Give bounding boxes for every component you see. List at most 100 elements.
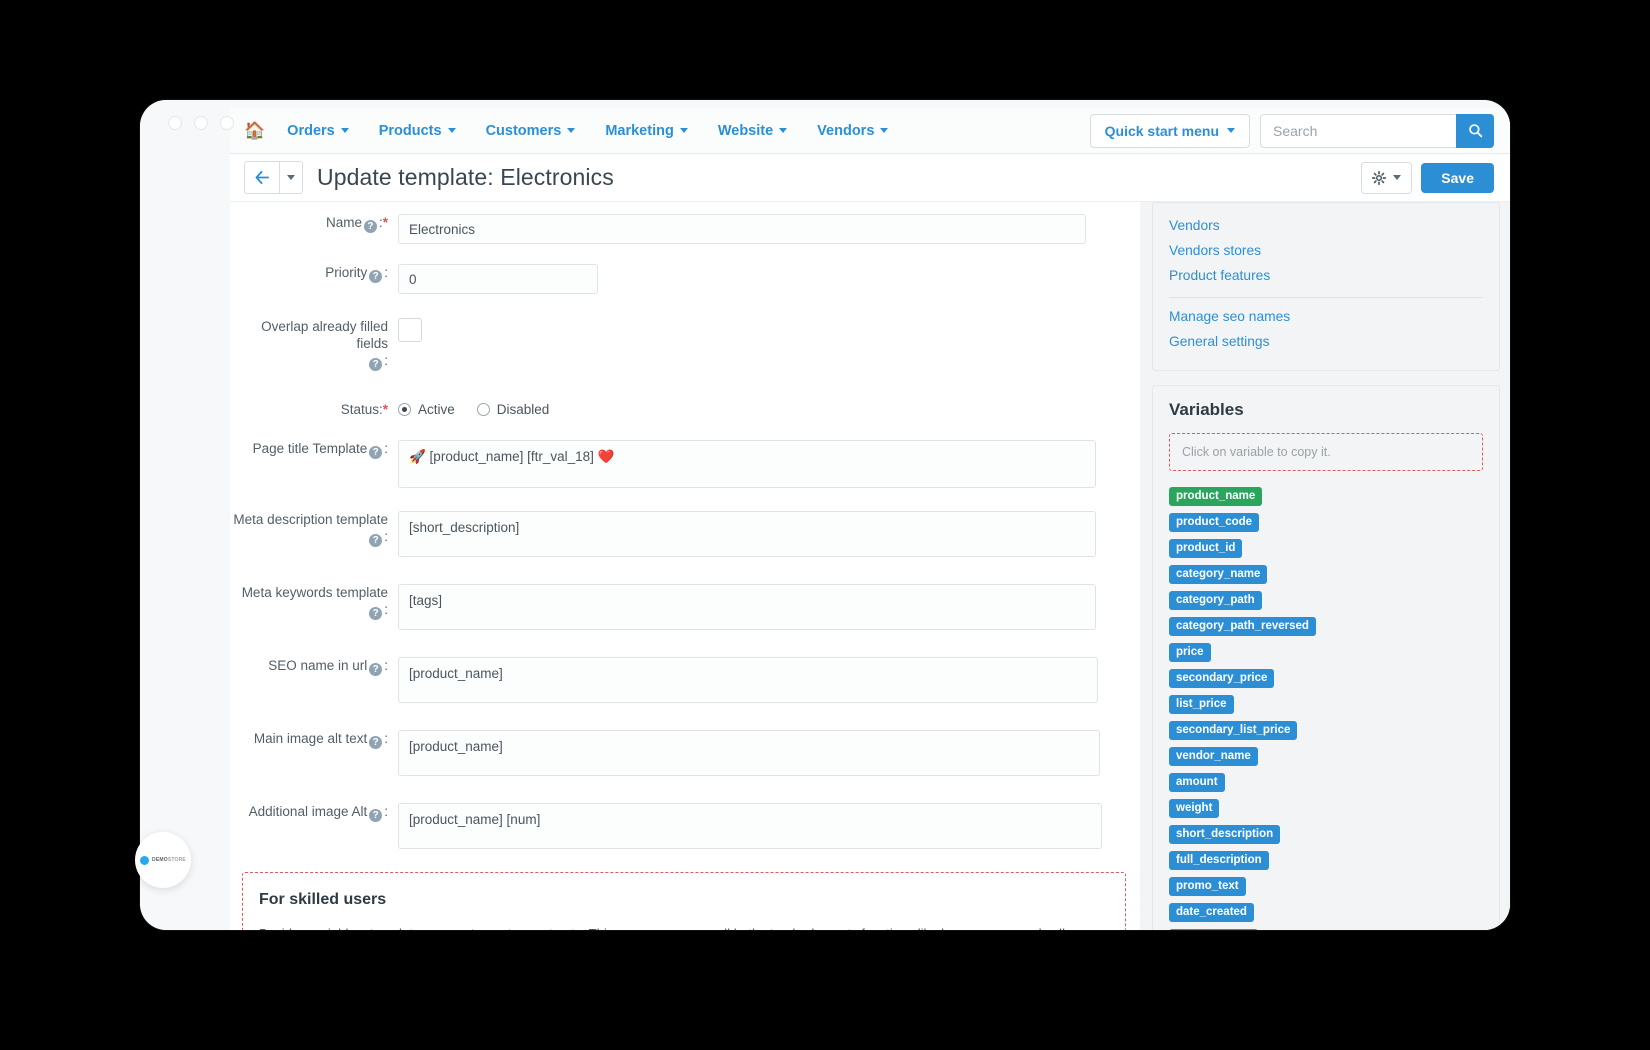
window-maximize-dot[interactable] — [220, 116, 234, 130]
page-title-textarea[interactable]: 🚀 [product_name] [ftr_val_18] ❤️ — [398, 440, 1096, 488]
seo-name-textarea[interactable]: [product_name] — [398, 657, 1098, 703]
sidebar-link-general-settings[interactable]: General settings — [1169, 329, 1483, 354]
field-main-image-alt: [product_name] — [398, 730, 1126, 781]
search-input[interactable]: Search — [1260, 113, 1456, 148]
field-status: Active Disabled — [398, 401, 1126, 417]
form-row-priority: Priority?: — [230, 244, 1140, 294]
variable-tag-full-description[interactable]: full_description — [1169, 851, 1269, 870]
nav-label: Orders — [287, 122, 335, 139]
back-button[interactable] — [244, 161, 280, 194]
help-icon[interactable]: ? — [369, 534, 383, 547]
status-radio-disabled[interactable]: Disabled — [476, 402, 549, 417]
skilled-users-body: Besides variables, templates support sma… — [259, 923, 1109, 930]
nav-item-customers[interactable]: Customers — [486, 123, 576, 139]
variable-tag-row: amount — [1169, 772, 1483, 798]
field-page-title: 🚀 [product_name] [ftr_val_18] ❤️ — [398, 440, 1126, 493]
label-page-title: Page title Template?: — [252, 441, 388, 459]
top-nav-right: Quick start menu Search — [1089, 113, 1510, 148]
vertical-scrollbar[interactable] — [1502, 202, 1510, 930]
variable-tag-date-updated[interactable]: date_updated — [1169, 929, 1258, 930]
nav-item-website[interactable]: Website — [718, 123, 788, 139]
help-icon[interactable]: ? — [369, 809, 383, 822]
help-icon[interactable]: ? — [369, 736, 383, 749]
form-row-page-title: Page title Template?: 🚀 [product_name] [… — [230, 418, 1140, 493]
variable-tag-promo-text[interactable]: promo_text — [1169, 877, 1246, 896]
additional-image-alt-textarea[interactable]: [product_name] [num] — [398, 803, 1102, 849]
variable-tag-row: category_name — [1169, 564, 1483, 590]
variable-tag-row: short_description — [1169, 824, 1483, 850]
settings-button[interactable] — [1361, 161, 1413, 194]
label-seo-name: SEO name in url?: — [268, 658, 388, 676]
top-navigation: 🏠 Orders Products Customers Marketing We… — [230, 108, 1510, 154]
variable-tag-row: product_code — [1169, 512, 1483, 538]
variable-tag-list-price[interactable]: list_price — [1169, 695, 1234, 714]
form-row-name: Name?:* — [230, 202, 1140, 244]
priority-input[interactable] — [398, 264, 598, 294]
sidebar-link-vendors-stores[interactable]: Vendors stores — [1169, 238, 1483, 263]
main-image-alt-textarea[interactable]: [product_name] — [398, 730, 1100, 776]
field-priority — [398, 264, 1126, 294]
back-dropdown-button[interactable] — [280, 161, 303, 194]
nav-item-vendors[interactable]: Vendors — [817, 123, 889, 139]
variable-tag-row: product_id — [1169, 538, 1483, 564]
help-icon[interactable]: ? — [369, 270, 383, 283]
variable-tag-row: product_name — [1169, 486, 1483, 512]
sidebar-link-manage-seo-names[interactable]: Manage seo names — [1169, 304, 1483, 329]
help-icon[interactable]: ? — [369, 663, 383, 676]
help-icon[interactable]: ? — [369, 358, 383, 371]
variable-tag-product-id[interactable]: product_id — [1169, 539, 1243, 558]
variable-tag-category-path[interactable]: category_path — [1169, 591, 1262, 610]
label-status: Status:* — [230, 401, 398, 418]
label-text: Meta description template — [233, 512, 388, 527]
demo-store-label: DEMOSTORE — [152, 857, 186, 863]
label-text: Additional image Alt — [248, 804, 368, 819]
window-close-dot[interactable] — [168, 116, 182, 130]
variable-tag-secondary-price[interactable]: secondary_price — [1169, 669, 1275, 688]
variable-tag-weight[interactable]: weight — [1169, 799, 1220, 818]
meta-keywords-textarea[interactable]: [tags] — [398, 584, 1096, 630]
variable-tag-amount[interactable]: amount — [1169, 773, 1225, 792]
meta-description-textarea[interactable]: [short_description] — [398, 511, 1096, 557]
nav-label: Marketing — [605, 122, 674, 139]
form-row-overlap: Overlap already filled fields?: — [230, 294, 1140, 371]
page-header-actions: Save — [1361, 161, 1494, 194]
variables-title: Variables — [1169, 400, 1244, 419]
overlap-checkbox[interactable] — [398, 318, 422, 342]
variable-tag-short-description[interactable]: short_description — [1169, 825, 1281, 844]
help-icon[interactable]: ? — [369, 607, 383, 620]
save-button[interactable]: Save — [1421, 162, 1494, 193]
variable-tag-product-code[interactable]: product_code — [1169, 513, 1260, 532]
radio-icon-selected — [398, 403, 411, 416]
variable-tag-row: secondary_price — [1169, 668, 1483, 694]
sidebar-link-product-features[interactable]: Product features — [1169, 263, 1483, 288]
nav-item-products[interactable]: Products — [379, 123, 456, 139]
nav-item-orders[interactable]: Orders — [287, 123, 349, 139]
variables-panel: Variables Click on variable to copy it. … — [1152, 385, 1500, 930]
window-minimize-dot[interactable] — [194, 116, 208, 130]
variable-tag-product-name[interactable]: product_name — [1169, 487, 1263, 506]
help-icon[interactable]: ? — [363, 220, 377, 233]
variable-tag-vendor-name[interactable]: vendor_name — [1169, 747, 1258, 766]
name-input[interactable] — [398, 214, 1086, 244]
search-button[interactable] — [1456, 113, 1494, 148]
label-text: Page title Template — [252, 441, 368, 456]
sidebar-link-vendors[interactable]: Vendors — [1169, 213, 1483, 238]
demo-store-badge[interactable]: DEMOSTORE — [135, 832, 191, 888]
home-icon[interactable]: 🏠 — [244, 122, 265, 139]
variable-tag-row: vendor_name — [1169, 746, 1483, 772]
chevron-down-icon — [880, 128, 889, 133]
gear-icon — [1372, 170, 1387, 185]
variable-tag-row: weight — [1169, 798, 1483, 824]
page-title: Update template: Electronics — [317, 164, 614, 190]
variable-tag-secondary-list-price[interactable]: secondary_list_price — [1169, 721, 1298, 740]
nav-item-marketing[interactable]: Marketing — [605, 123, 688, 139]
status-radio-active[interactable]: Active — [398, 402, 455, 417]
quick-start-menu-button[interactable]: Quick start menu — [1089, 113, 1250, 148]
variable-tag-category-path-reversed[interactable]: category_path_reversed — [1169, 617, 1316, 636]
variable-tag-price[interactable]: price — [1169, 643, 1211, 662]
variable-tag-date-created[interactable]: date_created — [1169, 903, 1254, 922]
help-icon[interactable]: ? — [369, 446, 383, 459]
label-main-image-alt: Main image alt text?: — [253, 731, 388, 749]
app-page: 🏠 Orders Products Customers Marketing We… — [230, 108, 1510, 930]
variable-tag-category-name[interactable]: category_name — [1169, 565, 1268, 584]
